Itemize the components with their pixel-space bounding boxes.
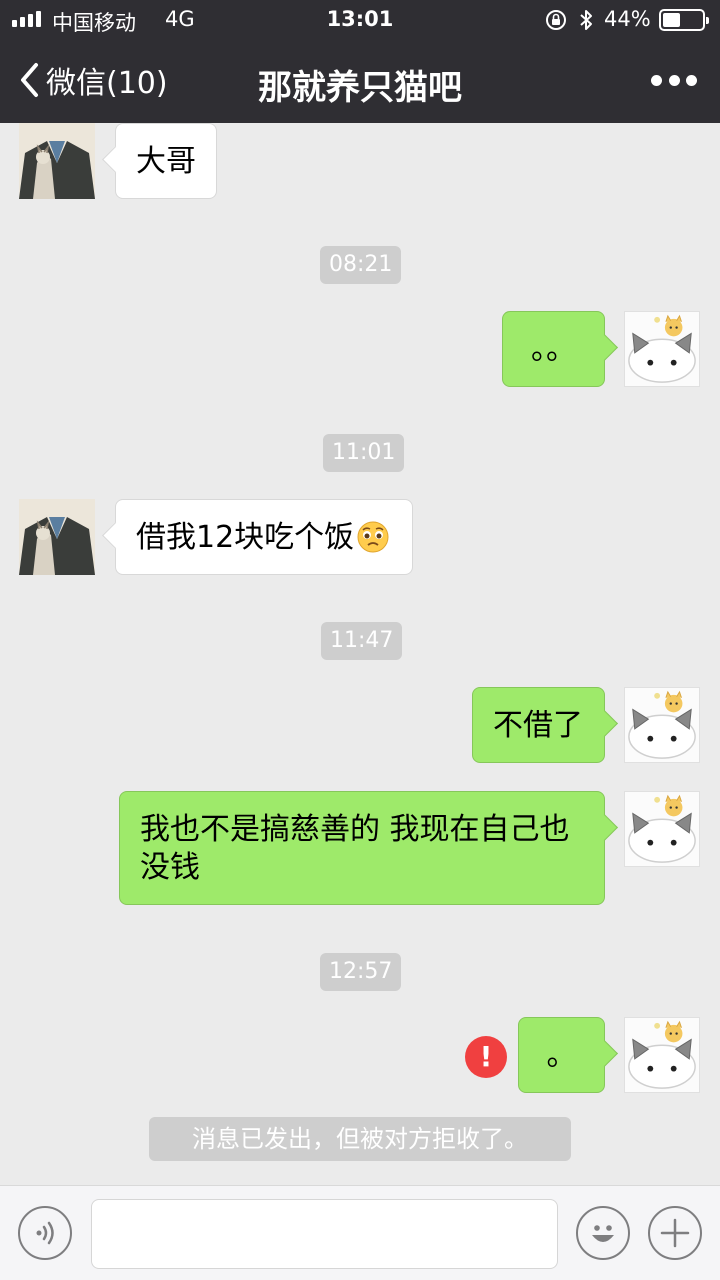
- message-bubble-incoming[interactable]: 大哥: [115, 123, 217, 199]
- battery-level: [663, 13, 680, 27]
- message-bubble-outgoing[interactable]: 。: [518, 1017, 605, 1093]
- chat-area[interactable]: 大哥 08:21 。。 11:01 借我12块吃个饭 11:47 不借了 我也不…: [0, 123, 720, 1185]
- plus-icon: [660, 1218, 690, 1248]
- navigation-bar: 微信(10) 那就养只猫吧: [0, 40, 720, 123]
- message-text: 大哥: [136, 144, 196, 179]
- pleading-face-icon: [357, 521, 389, 553]
- voice-button[interactable]: [18, 1206, 72, 1260]
- battery-icon: [659, 9, 709, 31]
- back-button[interactable]: 微信(10): [16, 58, 168, 102]
- chevron-left-icon: [21, 63, 38, 97]
- emoji-icon: [592, 1225, 614, 1242]
- timestamp: 12:57: [320, 953, 402, 991]
- more-dot-icon: [651, 74, 662, 86]
- friend-avatar[interactable]: [19, 499, 95, 575]
- my-avatar-image: [625, 688, 699, 762]
- message-bubble-outgoing[interactable]: 。。: [502, 311, 605, 387]
- message-text: 。。: [531, 332, 576, 367]
- voice-icon: [36, 1221, 54, 1245]
- message-text: 不借了: [493, 708, 583, 743]
- send-failed-icon[interactable]: !: [465, 1036, 507, 1078]
- more-dot-icon: [668, 74, 680, 86]
- top-bar: 中国移动 4G 13:01 44% 微信(10) 那就养只猫吧: [0, 0, 720, 123]
- friend-avatar-image: [19, 123, 95, 199]
- message-bubble-incoming[interactable]: 借我12块吃个饭: [115, 499, 413, 575]
- my-avatar-image: [625, 792, 699, 866]
- timestamp: 11:47: [321, 622, 403, 660]
- friend-avatar[interactable]: [19, 123, 95, 199]
- emoji-button[interactable]: [576, 1206, 630, 1260]
- message-bubble-outgoing[interactable]: 不借了: [472, 687, 605, 763]
- more-options-button[interactable]: [646, 62, 702, 98]
- system-notice: 消息已发出，但被对方拒收了。: [149, 1117, 571, 1161]
- back-label: 微信(10): [46, 66, 168, 101]
- input-bar: [0, 1185, 720, 1280]
- bluetooth-icon: [580, 10, 592, 30]
- message-text: 借我12块吃个饭: [136, 520, 355, 555]
- plus-button[interactable]: [648, 1206, 702, 1260]
- message-input[interactable]: [91, 1199, 558, 1269]
- message-text: 我也不是搞慈善的 我现在自己也没钱: [140, 812, 570, 885]
- status-bar: 中国移动 4G 13:01 44%: [0, 0, 720, 40]
- my-avatar[interactable]: [624, 791, 700, 867]
- message-text: 。: [546, 1038, 577, 1073]
- timestamp: 08:21: [320, 246, 402, 284]
- friend-avatar-image: [19, 499, 95, 575]
- battery-percent: 44%: [604, 7, 651, 31]
- my-avatar-image: [625, 312, 699, 386]
- more-dot-icon: [686, 74, 697, 86]
- my-avatar-image: [625, 1018, 699, 1092]
- my-avatar[interactable]: [624, 311, 700, 387]
- my-avatar[interactable]: [624, 687, 700, 763]
- timestamp: 11:01: [323, 434, 405, 472]
- message-bubble-outgoing[interactable]: 我也不是搞慈善的 我现在自己也没钱: [119, 791, 605, 905]
- rotation-lock-icon: [546, 10, 566, 30]
- my-avatar[interactable]: [624, 1017, 700, 1093]
